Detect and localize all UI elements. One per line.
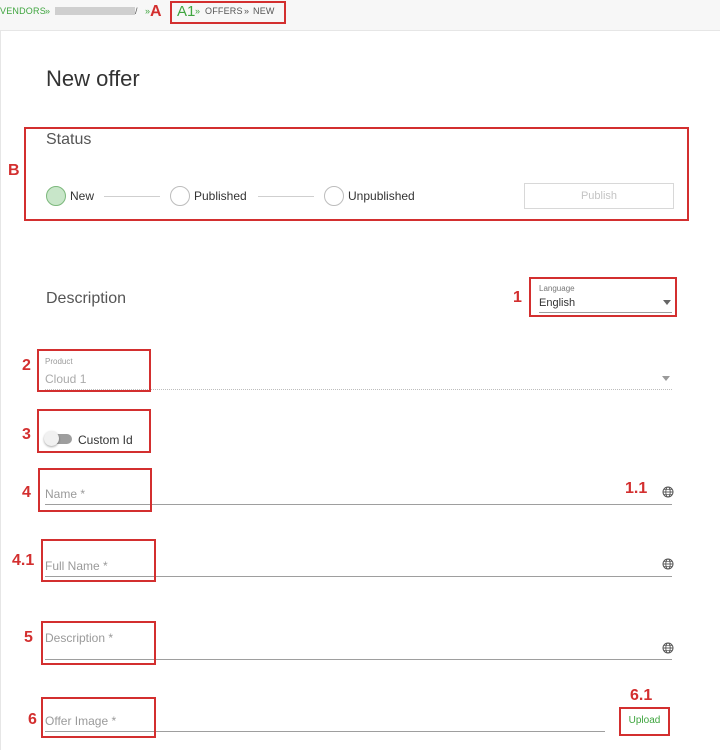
breadcrumb-redacted-suffix: / <box>135 6 138 16</box>
annotation-box <box>529 277 677 317</box>
annotation-label: 5 <box>24 629 33 646</box>
annotation-box <box>41 539 156 582</box>
annotation-box <box>38 468 152 512</box>
globe-icon[interactable] <box>662 558 674 570</box>
globe-icon[interactable] <box>662 642 674 654</box>
globe-icon[interactable] <box>662 486 674 498</box>
annotation-box <box>41 621 156 665</box>
breadcrumb-bar: VENDORS » / » » OFFERS » NEW <box>0 0 720 31</box>
annotation-label: 4 <box>22 484 31 501</box>
annotation-label: B <box>8 162 20 179</box>
annotation-label: 3 <box>22 426 31 443</box>
annotation-label: 6.1 <box>630 687 653 704</box>
annotation-box <box>41 697 156 738</box>
annotation-label: 2 <box>22 357 31 374</box>
dropdown-caret-icon <box>662 376 670 381</box>
annotation-box <box>619 707 670 736</box>
redacted-vendor-name <box>55 7 135 15</box>
breadcrumb-vendors[interactable]: VENDORS <box>0 6 46 16</box>
annotation-box <box>37 349 151 392</box>
annotation-label: 6 <box>28 711 37 728</box>
annotation-box <box>37 409 151 453</box>
annotation-label: 1 <box>513 289 522 306</box>
annotation-box <box>24 127 689 221</box>
description-section-title: Description <box>46 290 127 307</box>
page-title: New offer <box>46 66 140 91</box>
breadcrumb-separator: » <box>45 6 51 16</box>
annotation-label: 4.1 <box>12 552 35 569</box>
annotation-label: A <box>150 3 162 20</box>
annotation-label: A1 <box>177 3 196 20</box>
annotation-label: 1.1 <box>625 480 648 497</box>
